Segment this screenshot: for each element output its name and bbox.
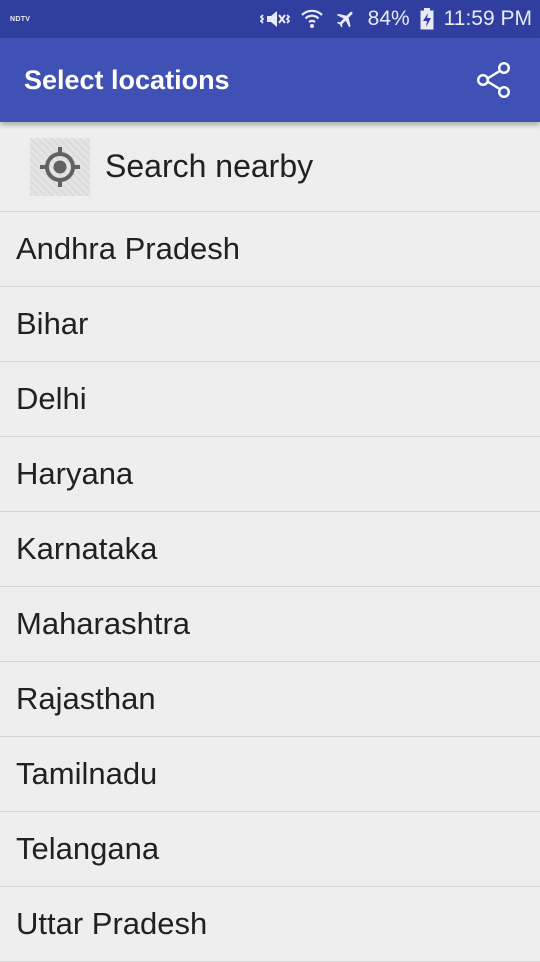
locations-list: Search nearby Andhra Pradesh Bihar Delhi… [0,122,540,962]
share-icon [476,61,511,99]
battery-percent: 84% [367,7,410,30]
airplane-mode-icon [334,8,358,30]
search-nearby-label: Search nearby [105,148,314,184]
location-item-tamilnadu[interactable]: Tamilnadu [0,737,540,812]
clock: 11:59 PM [443,7,532,30]
location-item-andhra-pradesh[interactable]: Andhra Pradesh [0,212,540,287]
app-bar: Select locations [0,38,540,122]
status-bar: NDTV 84% 11:59 PM [0,0,540,38]
search-nearby-button[interactable]: Search nearby [0,122,540,212]
location-item-karnataka[interactable]: Karnataka [0,512,540,587]
location-item-haryana[interactable]: Haryana [0,437,540,512]
wifi-icon [300,8,324,30]
battery-charging-icon [420,8,434,30]
location-item-telangana[interactable]: Telangana [0,812,540,887]
ndtv-notification-label: NDTV [10,15,31,23]
location-item-uttar-pradesh[interactable]: Uttar Pradesh [0,887,540,962]
location-item-rajasthan[interactable]: Rajasthan [0,662,540,737]
location-item-delhi[interactable]: Delhi [0,362,540,437]
vibrate-mute-icon [259,8,290,30]
location-target-icon [30,137,90,196]
location-item-bihar[interactable]: Bihar [0,287,540,362]
page-title: Select locations [24,64,230,95]
share-button[interactable] [472,58,516,102]
status-icons: 84% 11:59 PM [259,7,532,31]
location-item-maharashtra[interactable]: Maharashtra [0,587,540,662]
